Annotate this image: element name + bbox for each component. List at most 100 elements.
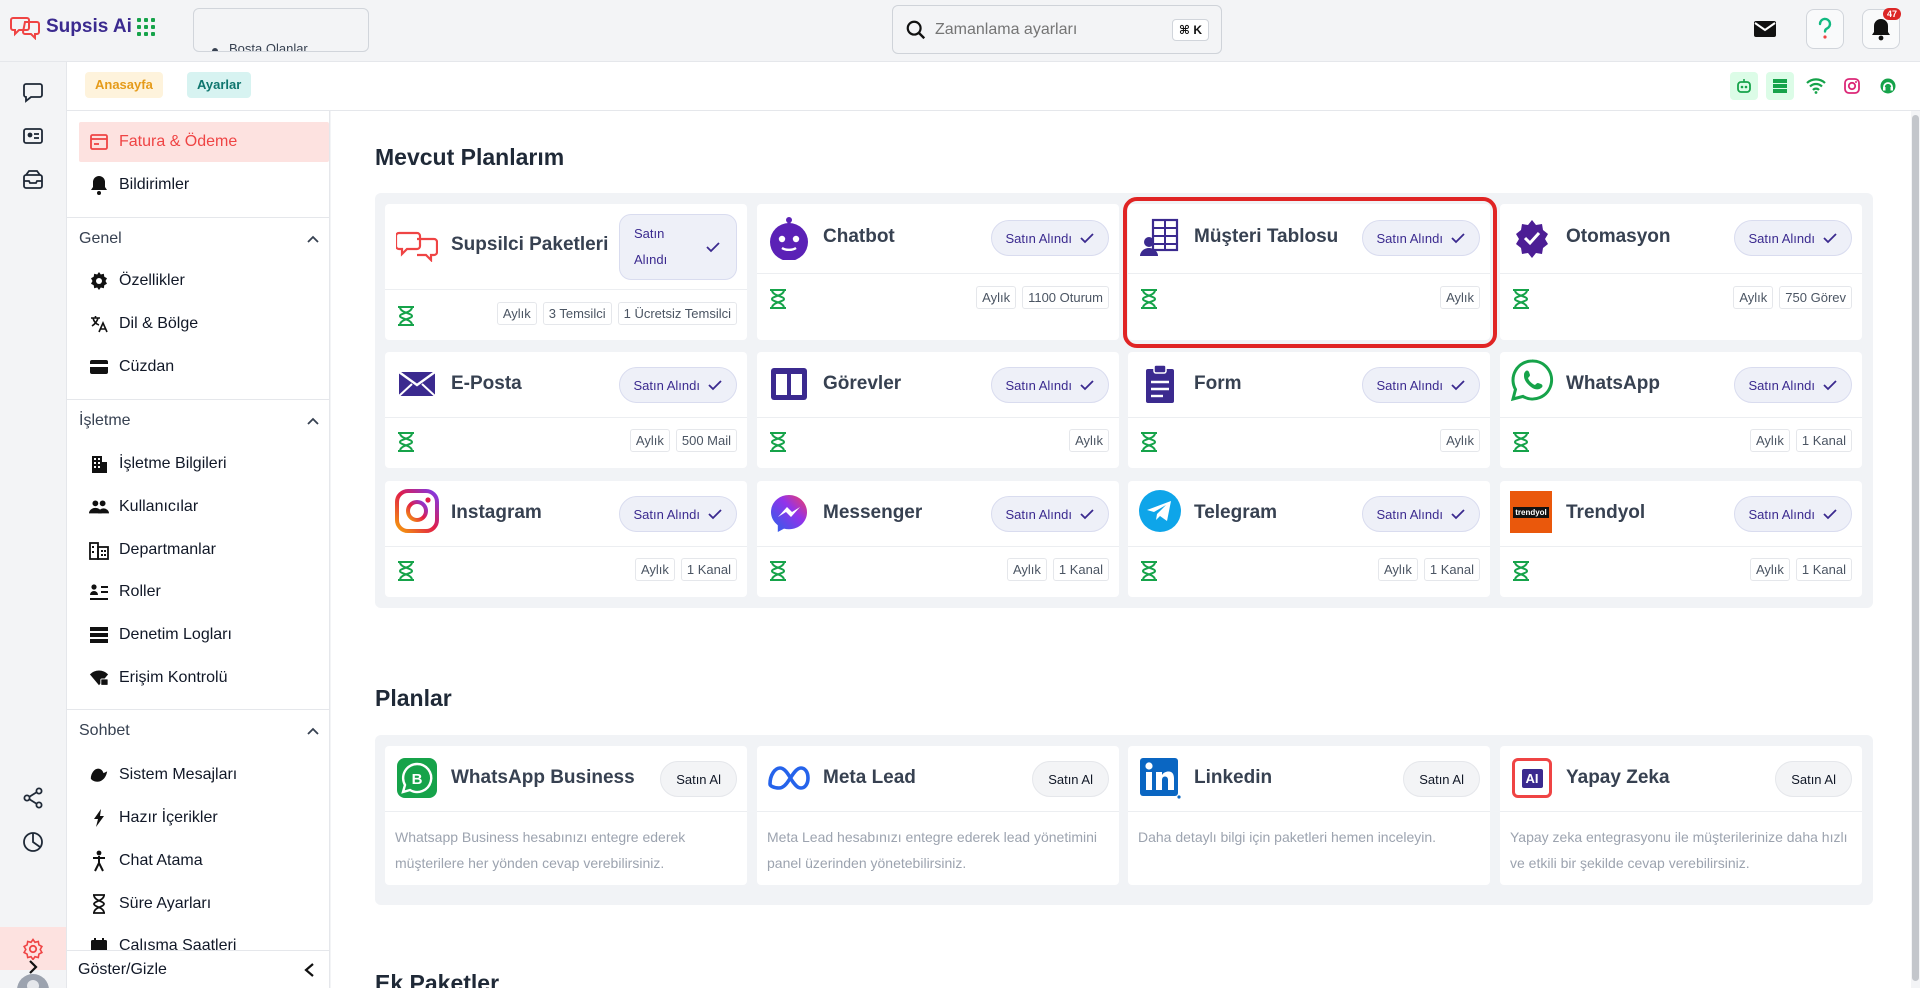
instagram-status-icon[interactable] <box>1838 72 1866 100</box>
sidebar-item-business-info[interactable]: İşletme Bilgileri <box>79 444 329 484</box>
sidebar-item-notifications[interactable]: Bildirimler <box>79 165 329 205</box>
scrollbar-thumb[interactable] <box>1912 115 1919 981</box>
sidebar-item-billing[interactable]: Fatura & Ödeme <box>79 122 329 162</box>
list-icon <box>89 625 109 645</box>
sidebar-item-label: Hazır İçerikler <box>119 809 218 826</box>
check-icon <box>708 380 722 391</box>
plan-name: Chatbot <box>823 226 895 247</box>
share-icon[interactable] <box>21 786 45 810</box>
plan-card-email[interactable]: E-Posta Satın Alındı Aylık 500 Mail <box>385 352 747 468</box>
mail-button[interactable] <box>1746 9 1784 49</box>
purchased-button[interactable]: Satın Alındı <box>1733 220 1852 256</box>
sidebar-item-audit-logs[interactable]: Denetim Logları <box>79 615 329 655</box>
purchased-label: Satın Alındı <box>1748 506 1816 522</box>
check-icon <box>1080 380 1094 391</box>
chat-icon[interactable] <box>21 80 45 104</box>
offer-description: Daha detaylı bilgi için paketleri hemen … <box>1138 829 1437 845</box>
plan-tag: 750 Görev <box>1779 286 1852 309</box>
app-logo[interactable]: Supsis Ai <box>10 14 132 40</box>
help-button[interactable] <box>1806 9 1844 49</box>
offer-card-linkedin[interactable]: Linkedin Satın Al Daha detaylı bilgi içi… <box>1128 746 1490 885</box>
purchased-button[interactable]: Satın Alındı <box>1733 496 1852 532</box>
server-status-icon[interactable] <box>1766 72 1794 100</box>
purchased-button[interactable]: Satın Alındı <box>1361 367 1480 403</box>
plan-card-chatbot[interactable]: Chatbot Satın Alındı Aylık 1100 Oturum <box>757 204 1119 340</box>
plan-card-messenger[interactable]: Messenger Satın Alındı Aylık 1 Kanal <box>757 481 1119 597</box>
sidebar-item-label: Dil & Bölge <box>119 315 199 332</box>
expand-rail-icon[interactable] <box>22 956 44 978</box>
purchased-button[interactable]: Satın Alındı <box>1361 496 1480 532</box>
breadcrumb-current[interactable]: Ayarlar <box>187 72 252 98</box>
sidebar-item-canned-content[interactable]: Hazır İçerikler <box>79 798 329 838</box>
sidebar-item-access-control[interactable]: Erişim Kontrolü <box>79 658 329 698</box>
plan-tag: Aylık <box>1733 286 1774 309</box>
purchased-button[interactable]: Satın Alındı <box>990 496 1109 532</box>
purchased-button[interactable]: Satın Alındı <box>990 220 1109 256</box>
supsis-logo-icon <box>395 224 439 268</box>
plan-card-form[interactable]: Form Satın Alındı Aylık <box>1128 352 1490 468</box>
sidebar-item-chat-assign[interactable]: Chat Atama <box>79 841 329 881</box>
plan-card-tasks[interactable]: Görevler Satın Alındı Aylık <box>757 352 1119 468</box>
offer-card-ai[interactable]: AI Yapay Zeka Satın Al Yapay zeka entegr… <box>1500 746 1862 885</box>
plan-name: Instagram <box>451 502 542 523</box>
buy-button[interactable]: Satın Al <box>1775 761 1852 797</box>
sidebar-section-business[interactable]: İşletme <box>67 399 329 442</box>
clipboard-icon <box>1138 362 1182 406</box>
breadcrumb-home[interactable]: Anasayfa <box>85 72 163 98</box>
search-shortcut: ⌘ K <box>1171 18 1209 41</box>
plan-name: Otomasyon <box>1566 226 1671 247</box>
top-tab[interactable]: Bosta Olanlar <box>193 8 369 52</box>
sidebar-section-chat[interactable]: Sohbet <box>67 709 329 752</box>
building-icon <box>89 454 109 474</box>
plan-card-telegram[interactable]: Telegram Satın Alındı Aylık 1 Kanal <box>1128 481 1490 597</box>
sidebar-item-language[interactable]: Dil & Bölge <box>79 304 329 344</box>
plan-card-trendyol[interactable]: trendyol Trendyol Satın Alındı Aylık 1 K… <box>1500 481 1862 597</box>
sidebar-item-roles[interactable]: Roller <box>79 572 329 612</box>
buy-button[interactable]: Satın Al <box>1032 761 1109 797</box>
purchased-button[interactable]: Satın Alındı <box>618 496 737 532</box>
main-scrollbar[interactable] <box>1911 111 1920 988</box>
buy-button[interactable]: Satın Al <box>1403 761 1480 797</box>
app-name: Supsis Ai <box>46 16 132 37</box>
plan-card-instagram[interactable]: Instagram Satın Alındı Aylık 1 Kanal <box>385 481 747 597</box>
notifications-button[interactable]: 47 <box>1862 8 1901 49</box>
users-icon <box>89 497 109 517</box>
sidebar-item-users[interactable]: Kullanıcılar <box>79 487 329 527</box>
plan-card-whatsapp[interactable]: WhatsApp Satın Alındı Aylık 1 Kanal <box>1500 352 1862 468</box>
sidebar-item-departments[interactable]: Departmanlar <box>79 530 329 570</box>
sidebar-item-wallet[interactable]: Cüzdan <box>79 347 329 387</box>
plan-tag: Aylık <box>1006 558 1047 581</box>
purchased-label: Satın Alındı <box>1005 377 1073 393</box>
purchased-label: Satın Alındı <box>633 377 701 393</box>
sidebar-item-timer-settings[interactable]: Süre Ayarları <box>79 884 329 924</box>
purchased-button[interactable]: Satın Alındı <box>990 367 1109 403</box>
sidebar-section-general[interactable]: Genel <box>67 217 329 260</box>
notification-count-badge: 47 <box>1882 8 1901 20</box>
inbox-icon[interactable] <box>21 168 45 192</box>
wifi-status-icon[interactable] <box>1802 72 1830 100</box>
plan-card-supsilci[interactable]: Supsilci Paketleri Satın Alındı Aylık 3 … <box>385 204 747 340</box>
automation-icon <box>1510 216 1554 260</box>
contacts-icon[interactable] <box>21 124 45 148</box>
sidebar-toggle[interactable]: Göster/Gizle <box>66 950 330 988</box>
sidebar-item-features[interactable]: Özellikler <box>79 261 329 301</box>
plan-card-automation[interactable]: Otomasyon Satın Alındı Aylık 750 Görev <box>1500 204 1862 340</box>
bot-status-icon[interactable] <box>1730 72 1758 100</box>
sidebar-item-label: Cüzdan <box>119 358 175 375</box>
offer-card-meta-lead[interactable]: Meta Lead Satın Al Meta Lead hesabınızı … <box>757 746 1119 885</box>
purchased-button[interactable]: Satın Alındı <box>619 214 737 280</box>
sidebar-item-system-messages[interactable]: Sistem Mesajları <box>79 755 329 795</box>
purchased-label: Satın Alındı <box>1005 230 1073 246</box>
sidebar-toggle-label: Göster/Gizle <box>78 960 167 978</box>
apps-grid-icon[interactable] <box>137 18 155 36</box>
translate-icon <box>89 314 109 334</box>
pie-chart-icon[interactable] <box>21 830 45 854</box>
offer-card-whatsapp-business[interactable]: B WhatsApp Business Satın Al Whatsapp Bu… <box>385 746 747 885</box>
sidebar-item-label: Sistem Mesajları <box>119 766 238 783</box>
purchased-button[interactable]: Satın Alındı <box>1733 367 1852 403</box>
search-input[interactable] <box>935 20 1155 39</box>
purchased-button[interactable]: Satın Alındı <box>618 367 737 403</box>
buy-button[interactable]: Satın Al <box>660 761 737 797</box>
search-bar[interactable]: ⌘ K <box>892 5 1222 54</box>
headset-status-icon[interactable] <box>1874 72 1902 100</box>
